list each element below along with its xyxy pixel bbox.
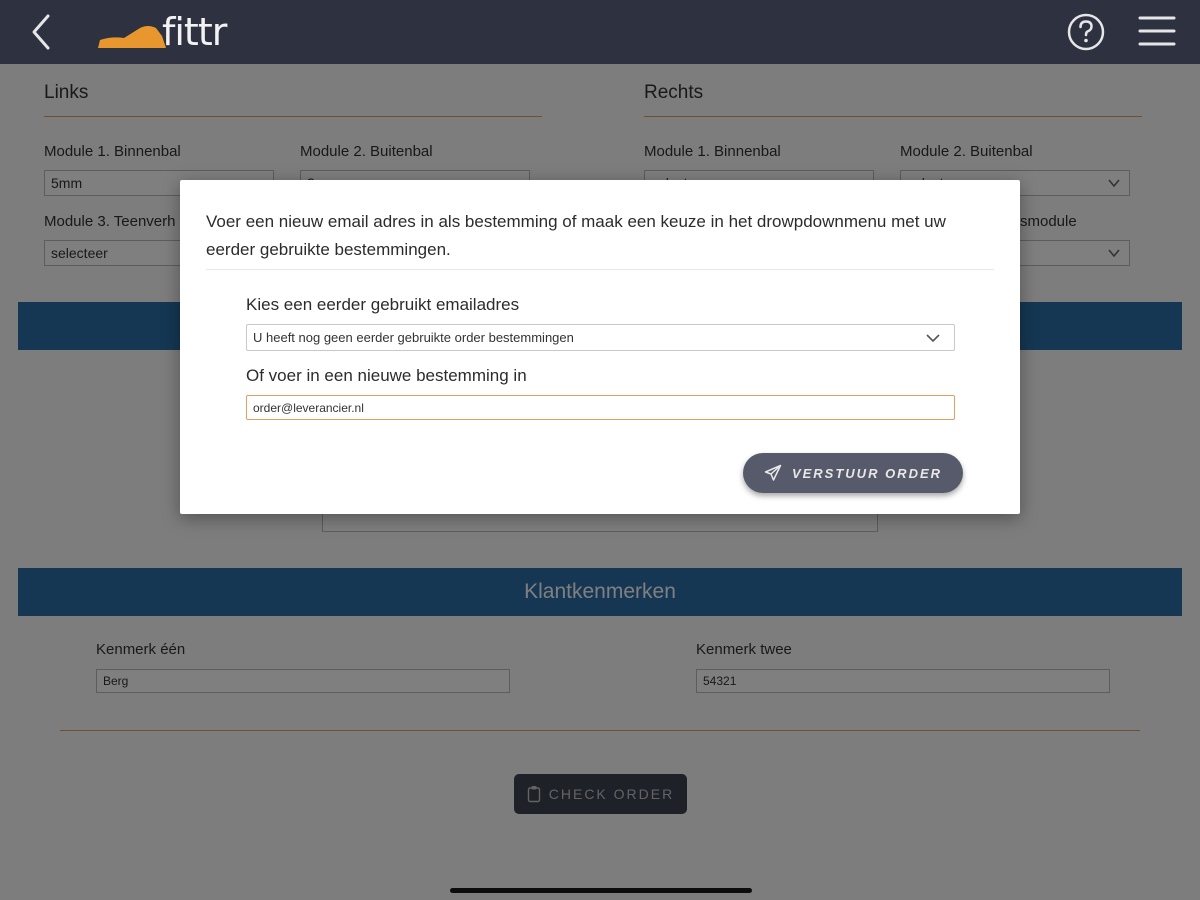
dialog-divider [206,269,994,270]
send-order-label: VERSTUUR ORDER [791,465,943,481]
new-destination-label: Of voer in een nieuwe bestemming in [246,366,527,385]
hamburger-menu-icon [1138,16,1176,46]
question-circle-icon [1067,13,1105,51]
top-bar: fittr [0,0,1200,64]
fittr-logo: fittr [96,10,236,54]
select-email-label: Kies een eerder gebruikt emailadres [246,295,520,314]
previous-email-select[interactable]: U heeft nog geen eerder gebruikte order … [246,324,955,351]
back-button[interactable] [26,12,60,52]
previous-email-select-value: U heeft nog geen eerder gebruikte order … [253,330,574,345]
brand-name: fittr [162,10,227,54]
send-order-button[interactable]: VERSTUUR ORDER [743,453,963,493]
new-destination-input[interactable] [246,395,955,420]
send-order-dialog: Voer een nieuw email adres in als bestem… [180,180,1020,514]
chevron-left-icon [32,14,50,50]
paper-plane-icon [764,464,782,481]
menu-button[interactable] [1138,14,1176,48]
dialog-message: Voer een nieuw email adres in als bestem… [206,212,946,259]
chevron-down-icon [926,334,940,343]
help-button[interactable] [1066,12,1106,52]
